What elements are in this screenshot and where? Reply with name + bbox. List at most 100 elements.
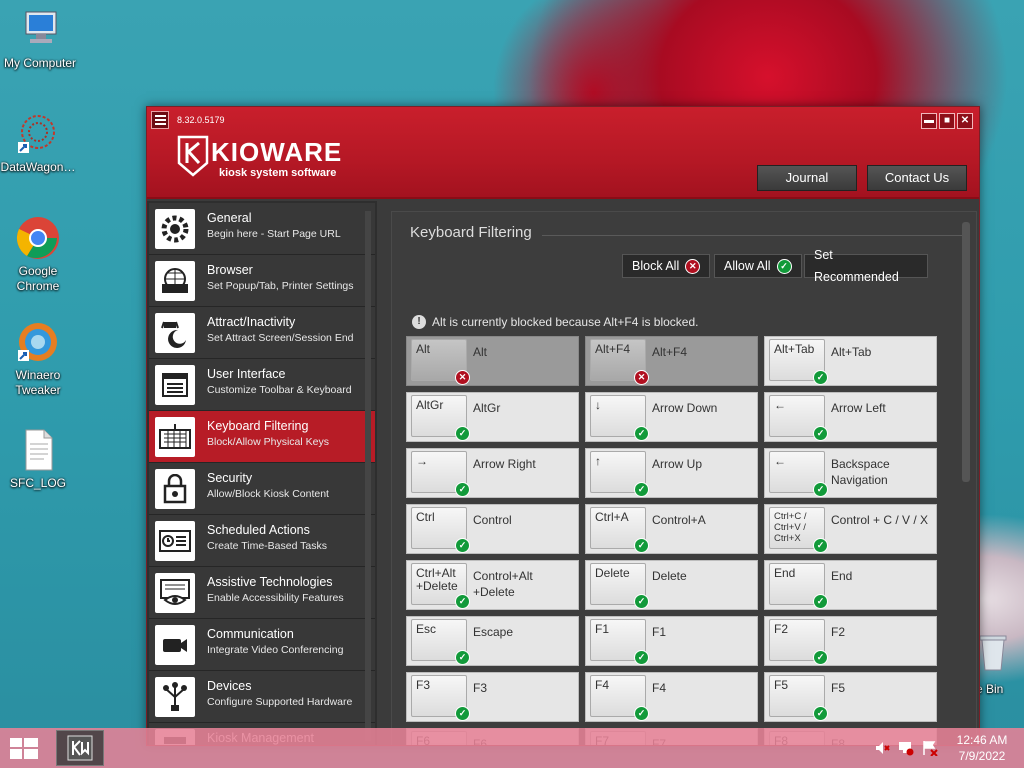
sidebar-item-attract-inactivity[interactable]: Attract/Inactivity Set Attract Screen/Ses… (149, 307, 375, 359)
tray-volume[interactable] (874, 740, 890, 756)
tray-action-center[interactable] (922, 740, 938, 757)
key-toggle-escape[interactable]: Esc Escape ✓ (406, 616, 579, 666)
taskbar-kioware-button[interactable] (56, 730, 104, 766)
allowed-check-icon: ✓ (813, 594, 828, 609)
key-toggle-backspace-navigation[interactable]: ← Backspace Navigation ✓ (764, 448, 937, 498)
desktop-icon-my-computer[interactable]: My Computer (0, 8, 80, 71)
close-button[interactable]: ✕ (957, 113, 973, 129)
key-toggle-delete[interactable]: Delete Delete ✓ (585, 560, 758, 610)
desktop-icon-datawagon[interactable]: DataWagon… (0, 112, 78, 175)
clock[interactable]: 12:46 AM 7/9/2022 (950, 732, 1014, 764)
key-label: Control+A (652, 513, 706, 527)
key-grid: Alt Alt ✕ Alt+F4 Alt+F4 ✕ Alt+Tab Alt+Tab ✓ AltGr… (406, 336, 946, 745)
block-all-label: Block All (632, 259, 680, 273)
sidebar-item-browser[interactable]: Browser Set Popup/Tab, Printer Settings (149, 255, 375, 307)
key-toggle-arrow-down[interactable]: ↓ Arrow Down ✓ (585, 392, 758, 442)
desktop-icon-chrome[interactable]: Google Chrome (0, 216, 78, 294)
sidebar-item-devices[interactable]: Devices Configure Supported Hardware (149, 671, 375, 723)
allow-all-label: Allow All (724, 259, 771, 273)
allowed-check-icon: ✓ (455, 482, 470, 497)
set-recommended-label: Set Recommended (814, 248, 899, 284)
desktop-icon-winaero[interactable]: Winaero Tweaker (0, 320, 78, 398)
key-label: Arrow Down (652, 401, 718, 415)
sidebar-item-title: General (207, 211, 252, 225)
key-toggle-control-c-v-x[interactable]: Ctrl+C / Ctrl+V / Ctrl+X Control + C / V … (764, 504, 937, 554)
key-toggle-alt[interactable]: Alt Alt ✕ (406, 336, 579, 386)
allowed-check-icon: ✓ (634, 482, 649, 497)
key-label: F1 (652, 625, 667, 639)
minimize-button[interactable]: ▬ (921, 113, 937, 129)
hamburger-menu-icon[interactable] (151, 111, 169, 129)
sidebar-item-subtitle: Allow/Block Kiosk Content (207, 488, 329, 500)
key-toggle-alt-f4[interactable]: Alt+F4 Alt+F4 ✕ (585, 336, 758, 386)
sidebar-item-assistive-technologies[interactable]: Assistive Technologies Enable Accessibili… (149, 567, 375, 619)
winaero-icon (16, 320, 60, 364)
set-recommended-button[interactable]: Set Recommended (804, 248, 928, 284)
key-label: Alt+F4 (652, 345, 688, 359)
settings-sidebar: General Begin here - Start Page URL Browse… (147, 201, 377, 745)
sidebar-item-subtitle: Enable Accessibility Features (207, 592, 344, 604)
clock-list-icon (155, 521, 195, 561)
key-label: Backspace Navigation (831, 457, 890, 487)
clock-time: 12:46 AM (956, 733, 1008, 747)
key-toggle-f5[interactable]: F5 F5 ✓ (764, 672, 937, 722)
brand-name: KIOWARE (211, 137, 343, 167)
info-message: ! Alt is currently blocked because Alt+F… (412, 315, 698, 329)
key-label: Delete (652, 569, 687, 583)
key-toggle-arrow-up[interactable]: ↑ Arrow Up ✓ (585, 448, 758, 498)
key-toggle-f3[interactable]: F3 F3 ✓ (406, 672, 579, 722)
sidebar-item-subtitle: Integrate Video Conferencing (207, 644, 344, 656)
allowed-check-icon: ✓ (813, 538, 828, 553)
sidebar-item-communication[interactable]: Communication Integrate Video Conferencin… (149, 619, 375, 671)
key-toggle-altgr[interactable]: AltGr AltGr ✓ (406, 392, 579, 442)
tray-network[interactable] (898, 740, 914, 756)
sidebar-item-security[interactable]: Security Allow/Block Kiosk Content (149, 463, 375, 515)
key-toggle-alt-tab[interactable]: Alt+Tab Alt+Tab ✓ (764, 336, 937, 386)
key-toggle-control-a[interactable]: Ctrl+A Control+A ✓ (585, 504, 758, 554)
allowed-check-icon: ✓ (813, 482, 828, 497)
key-toggle-f2[interactable]: F2 F2 ✓ (764, 616, 937, 666)
maximize-button[interactable]: ■ (939, 113, 955, 129)
datawagon-icon (16, 112, 60, 156)
block-all-button[interactable]: Block All ✕ (622, 254, 711, 278)
desktop-icon-label: Google Chrome (16, 264, 60, 293)
key-label: F4 (652, 681, 667, 695)
contact-us-button[interactable]: Contact Us (867, 165, 967, 191)
desktop-icon-label: My Computer (3, 56, 77, 70)
desktop-icon-label: SFC_LOG (9, 476, 66, 490)
key-label: Escape (473, 625, 514, 639)
main-scrollbar[interactable] (962, 222, 970, 482)
sidebar-item-subtitle: Customize Toolbar & Keyboard (207, 384, 352, 396)
desktop-icon-sfc-log[interactable]: SFC_LOG (0, 428, 78, 491)
allow-all-button[interactable]: Allow All ✓ (714, 254, 802, 278)
sidebar-item-subtitle: Configure Supported Hardware (207, 696, 353, 708)
kioware-window: 8.32.0.5179 ▬ ■ ✕ KIOWARE kiosk system s… (146, 106, 980, 746)
sidebar-item-title: Browser (207, 263, 253, 277)
sidebar-item-scheduled-actions[interactable]: Scheduled Actions Create Time-Based Tasks (149, 515, 375, 567)
sidebar-item-user-interface[interactable]: User Interface Customize Toolbar & Keyboa… (149, 359, 375, 411)
key-toggle-control[interactable]: Ctrl Control ✓ (406, 504, 579, 554)
journal-button[interactable]: Journal (757, 165, 857, 191)
desktop-icon-label: DataWagon… (0, 160, 76, 174)
sidebar-item-general[interactable]: General Begin here - Start Page URL (149, 203, 375, 255)
key-toggle-arrow-right[interactable]: → Arrow Right ✓ (406, 448, 579, 498)
key-toggle-end[interactable]: End End ✓ (764, 560, 937, 610)
desktop-icon-label: e Bin (976, 682, 1004, 696)
key-label: F5 (831, 681, 846, 695)
key-label: Arrow Left (831, 401, 886, 415)
key-toggle-f1[interactable]: F1 F1 ✓ (585, 616, 758, 666)
video-icon (155, 625, 195, 665)
start-button[interactable] (10, 738, 38, 760)
allowed-check-icon: ✓ (455, 650, 470, 665)
network-icon (899, 742, 914, 756)
key-toggle-control-alt-delete[interactable]: Ctrl+Alt +Delete Control+Alt +Delete ✓ (406, 560, 579, 610)
kioware-app-icon (67, 735, 93, 761)
allowed-check-icon: ✓ (455, 426, 470, 441)
allowed-check-icon: ✓ (634, 650, 649, 665)
info-icon: ! (412, 315, 426, 329)
sidebar-scrollbar[interactable] (365, 211, 371, 741)
sidebar-item-keyboard-filtering[interactable]: Keyboard Filtering Block/Allow Physical K… (149, 411, 375, 463)
key-toggle-f4[interactable]: F4 F4 ✓ (585, 672, 758, 722)
allowed-check-icon: ✓ (455, 594, 470, 609)
key-toggle-arrow-left[interactable]: ← Arrow Left ✓ (764, 392, 937, 442)
